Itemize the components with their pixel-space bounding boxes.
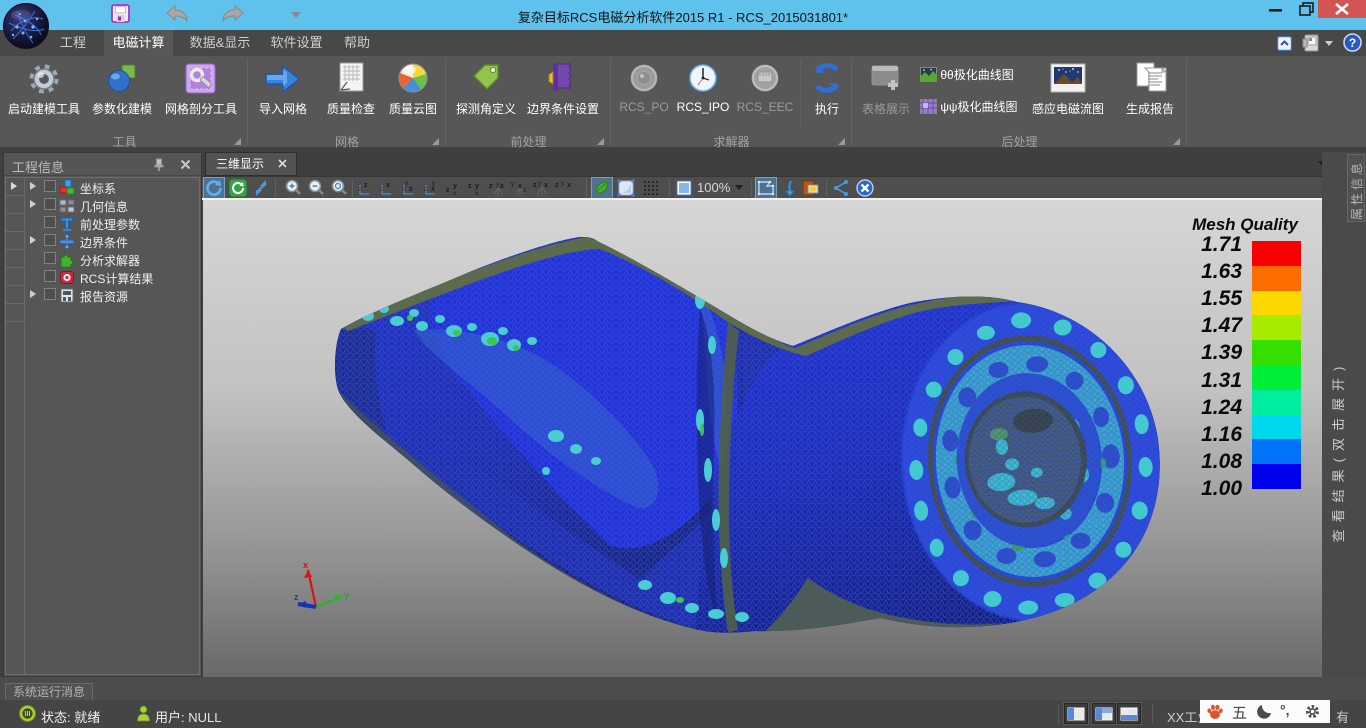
svg-text:z: z — [409, 186, 413, 193]
svg-text:x: x — [303, 560, 308, 570]
svg-text:y: y — [453, 183, 457, 190]
svg-text:z: z — [555, 182, 559, 189]
svg-text:x: x — [475, 191, 478, 197]
svg-text:x: x — [567, 182, 571, 189]
svg-text:z: z — [468, 183, 472, 190]
svg-text:y: y — [405, 181, 408, 187]
svg-text:y: y — [561, 181, 564, 187]
svg-text:y: y — [511, 182, 514, 188]
svg-text:x: x — [431, 186, 435, 193]
svg-text:y: y — [432, 181, 435, 187]
svg-text:z: z — [364, 182, 368, 189]
svg-text:y: y — [475, 183, 479, 190]
svg-text:x: x — [544, 182, 548, 189]
svg-text:z: z — [533, 182, 537, 189]
svg-text:y: y — [496, 182, 499, 188]
svg-text:z: z — [294, 592, 299, 602]
svg-text:x: x — [386, 182, 390, 189]
svg-text:x: x — [453, 191, 456, 197]
svg-text:z: z — [489, 183, 493, 190]
svg-text:y: y — [344, 590, 349, 600]
svg-text:y: y — [538, 181, 541, 187]
svg-text:z: z — [446, 187, 450, 194]
svg-text:x: x — [500, 183, 504, 190]
svg-text:?: ? — [1349, 36, 1356, 50]
